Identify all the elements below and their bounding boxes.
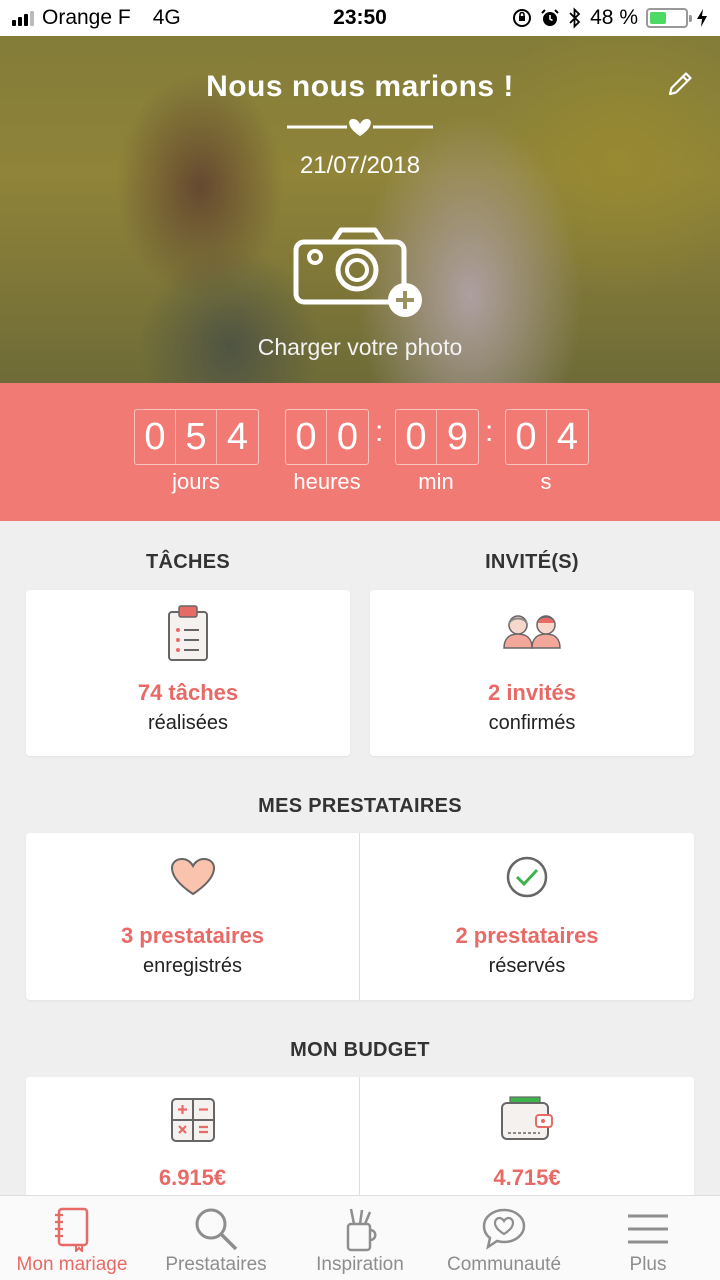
guests-card[interactable]: 2 invités confirmés [370,590,694,756]
tab-label: Inspiration [316,1254,404,1275]
menu-icon [628,1214,668,1244]
vendors-saved-label: enregistrés [143,955,242,977]
minutes-digit: 9 [446,415,469,458]
check-circle-icon [506,856,548,898]
tasks-done-label: réalisées [147,712,229,734]
days-label: jours [172,469,220,494]
tasks-done-count: 74 tâches [137,680,239,705]
days-digit: 0 [135,410,176,464]
rotation-lock-icon [513,9,532,27]
seconds-label: s [540,469,552,494]
edit-pencil-icon[interactable] [662,66,698,102]
bottom-tab-bar: Mon mariage Prestataires Inspiration Com… [0,1195,720,1280]
budget-section-title: MON BUDGET [290,1039,430,1061]
tasks-section-title: TÂCHES [145,551,231,573]
vendors-saved[interactable]: 3 prestataires enregistrés [26,833,359,1000]
signal-icon [12,10,34,26]
budget-estimated-amount: 6.915€ [158,1165,227,1190]
wedding-date: 21/07/2018 [299,152,421,179]
vendors-saved-count: 3 prestataires [120,923,265,948]
search-icon [195,1208,238,1251]
upload-photo-label[interactable]: Charger votre photo [0,334,720,361]
guests-confirmed-label: confirmés [488,712,576,734]
bluetooth-icon [569,7,581,29]
vendors-booked-label: réservés [488,955,566,977]
tab-prestataires[interactable]: Prestataires [144,1196,288,1280]
seconds-digit: 4 [556,415,579,458]
hours-label: heures [293,469,361,494]
battery-icon [646,8,692,28]
days-counter: 0 5 4 [134,409,259,465]
calculator-icon [170,1098,215,1142]
battery-percent: 48 % [590,6,638,29]
hours-digit: 0 [336,415,359,458]
notebook-icon [55,1207,89,1252]
colon-separator: : [375,415,384,448]
seconds-counter: 0 4 [505,409,589,465]
tab-communaute[interactable]: Communauté [432,1196,576,1280]
hero-banner: Nous nous marions ! 21/07/2018 Charger v… [0,36,720,383]
charging-icon [697,9,707,27]
heart-icon [170,857,215,896]
page-title: Nous nous marions ! [206,70,514,103]
heart-divider-icon [287,119,433,136]
hours-counter: 0 0 [285,409,369,465]
tab-plus[interactable]: Plus [576,1196,720,1280]
guests-couple-icon [503,615,561,649]
camera-add-icon[interactable] [293,224,429,320]
minutes-digit: 0 [396,410,437,464]
colon-separator: : [485,415,494,448]
pencil-cup-icon [346,1208,377,1252]
countdown-digits: 0 5 4 0 0 : 0 9 : 0 4 [0,409,720,465]
guests-confirmed-count: 2 invités [487,680,577,705]
tab-label: Mon mariage [16,1254,128,1275]
minutes-counter: 0 9 [395,409,479,465]
vendors-booked[interactable]: 2 prestataires réservés [360,833,694,1000]
tab-label: Communauté [446,1254,562,1275]
chat-heart-icon [482,1208,526,1250]
clipboard-checklist-icon [168,605,208,661]
vendors-card: 3 prestataires enregistrés 2 prestataire… [26,833,694,1000]
seconds-digit: 0 [506,410,547,464]
status-left: Orange F 4G [12,6,181,30]
minutes-label: min [418,469,454,494]
countdown-panel: 0 5 4 0 0 : 0 9 : 0 4 jours heures min s [0,383,720,521]
tab-label: Plus [629,1254,667,1275]
wallet-icon [501,1096,553,1140]
budget-spent-amount: 4.715€ [493,1165,561,1190]
battery-fill [650,12,667,24]
days-digit: 4 [226,415,249,458]
tasks-card[interactable]: 74 tâches réalisées [26,590,350,756]
vendors-section-title: MES PRESTATAIRES [258,795,462,817]
tab-mon-mariage[interactable]: Mon mariage [0,1196,144,1280]
status-right: 48 % [512,6,708,30]
status-bar: Orange F 4G 23:50 48 % [0,0,720,36]
tab-label: Prestataires [165,1254,267,1275]
alarm-icon [541,9,559,26]
vendors-booked-count: 2 prestataires [455,923,599,948]
days-digit: 5 [176,410,217,464]
carrier-name: Orange F [42,6,131,29]
network-type: 4G [152,6,181,29]
hours-digit: 0 [286,410,327,464]
tab-inspiration[interactable]: Inspiration [288,1196,432,1280]
guests-section-title: INVITÉ(S) [485,551,579,573]
